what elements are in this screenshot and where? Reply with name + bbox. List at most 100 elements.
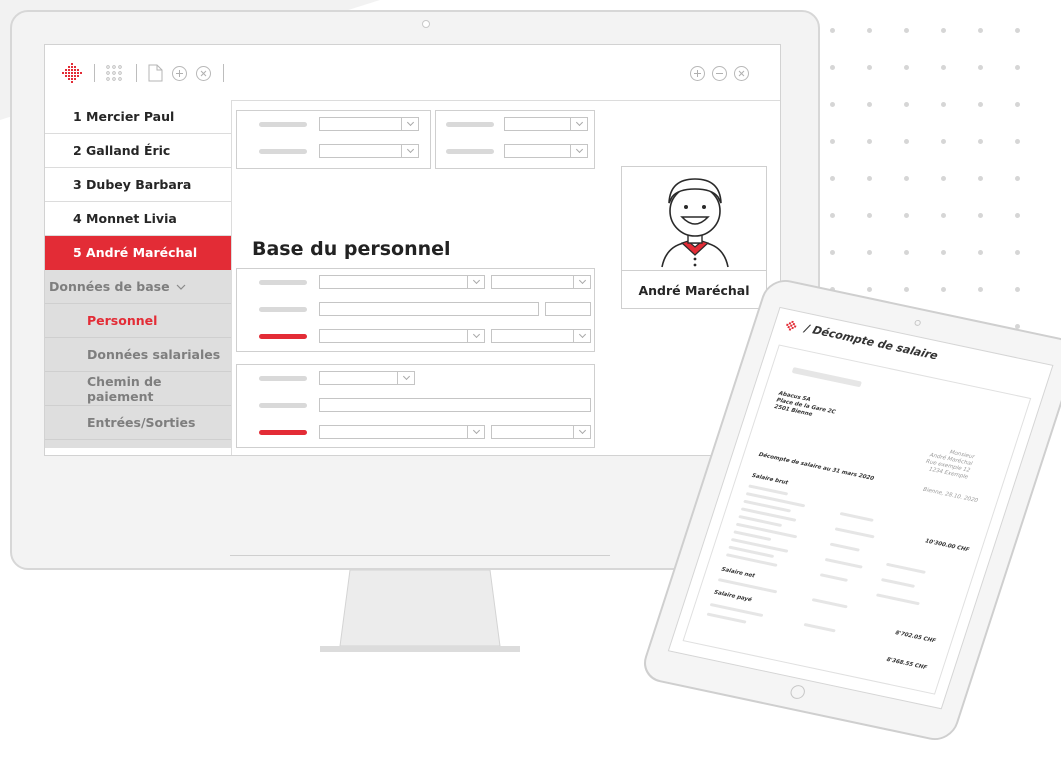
background-dot [941,65,946,70]
field-label [259,307,307,312]
text-field[interactable] [319,302,539,316]
dropdown-field[interactable] [491,425,591,439]
background-dot [867,176,872,181]
placeholder-line [819,573,849,582]
close-icon[interactable] [196,63,211,83]
background-dot [1015,287,1020,292]
form-group [236,268,595,352]
person-item[interactable]: 3 Dubey Barbara [45,168,231,202]
dropdown-field[interactable] [491,329,591,343]
background-dot [1015,28,1020,33]
sidebar-item-salary-data[interactable]: Données salariales [45,338,231,372]
form-group [435,110,595,169]
background-dot [830,65,835,70]
background-dot [867,287,872,292]
sidebar-item-payment-path[interactable]: Chemin de paiement [45,372,231,406]
background-dot [904,176,909,181]
paid-salary-label: Salaire payé [713,589,753,604]
background-dot [978,102,983,107]
background-dot [830,28,835,33]
background-dot [904,65,909,70]
background-dot [1015,250,1020,255]
tablet-camera [913,319,922,327]
background-dot [830,102,835,107]
sidebar: 1 Mercier Paul 2 Galland Éric 3 Dubey Ba… [45,100,232,455]
window-add-icon[interactable] [690,63,705,83]
base-data-section: Données de base Personnel Données salari… [45,270,231,448]
monitor-chin-line [230,555,610,556]
dropdown-field[interactable] [319,329,485,343]
required-field-label [259,334,307,339]
background-dot [830,213,835,218]
monitor-camera [422,20,430,28]
toolbar [45,45,780,101]
dropdown-field[interactable] [504,144,588,158]
person-item[interactable]: 1 Mercier Paul [45,100,231,134]
placeholder-line [875,593,920,606]
text-field[interactable] [319,398,591,412]
avatar [661,178,729,268]
net-salary-label: Salaire net [720,566,756,580]
app-window: 1 Mercier Paul 2 Galland Éric 3 Dubey Ba… [44,44,781,456]
employee-name: André Maréchal [621,270,767,310]
place-date: Bienne, 28.10. 2020 [922,486,979,505]
net-salary-value: 8'702.05 CHF [894,630,937,645]
background-dot [867,139,872,144]
person-item[interactable]: 2 Galland Éric [45,134,231,168]
background-dot [978,287,983,292]
background-dot [941,250,946,255]
dropdown-field[interactable] [504,117,588,131]
background-dot [1015,139,1020,144]
background-dot [867,102,872,107]
sidebar-item-entries-exits[interactable]: Entrées/Sorties [45,406,231,440]
dropdown-field[interactable] [319,275,485,289]
background-dot [941,213,946,218]
payslip: Abacus SA Place de la Gare 2C 2501 Bienn… [682,344,1032,695]
background-dot [904,287,909,292]
dropdown-field[interactable] [319,144,419,158]
person-item[interactable]: 4 Monnet Livia [45,202,231,236]
add-icon[interactable] [172,63,187,83]
person-item-selected[interactable]: 5 André Maréchal [45,236,231,270]
placeholder-line [791,367,862,388]
text-field[interactable] [545,302,591,316]
window-close-icon[interactable] [734,63,749,83]
form-group [236,110,431,169]
background-dot [867,213,872,218]
dropdown-field[interactable] [319,371,415,385]
background-dot [978,28,983,33]
tablet-home-button[interactable] [788,683,807,701]
monitor-stand [320,570,520,652]
window-minimize-icon[interactable] [712,63,727,83]
background-dot [904,213,909,218]
logo-icon [61,63,83,83]
background-dot [1015,102,1020,107]
company-address: Abacus SA Place de la Gare 2C 2501 Bienn… [773,390,837,418]
paid-salary-value: 8'368.55 CHF [885,656,928,672]
field-label [446,149,494,154]
toolbar-separator [223,64,224,82]
dropdown-field[interactable] [319,425,485,439]
new-document-icon[interactable] [148,63,163,83]
field-label [446,122,494,127]
field-label [259,149,307,154]
background-dot [1015,65,1020,70]
apps-grid-icon[interactable] [105,63,123,83]
field-label [259,403,307,408]
dropdown-field[interactable] [491,275,591,289]
placeholder-line [885,562,926,574]
background-dot [978,139,983,144]
background-dot [978,250,983,255]
background-dot [978,213,983,218]
background-dot [867,28,872,33]
section-toggle[interactable]: Données de base [45,270,231,304]
background-dot [941,287,946,292]
background-dot [1015,176,1020,181]
background-dot [941,102,946,107]
placeholder-line [735,522,798,539]
dropdown-field[interactable] [319,117,419,131]
background-dot [941,176,946,181]
sidebar-item-personnel[interactable]: Personnel [45,304,231,338]
page-title: Base du personnel [252,238,451,260]
placeholder-line [829,542,860,552]
